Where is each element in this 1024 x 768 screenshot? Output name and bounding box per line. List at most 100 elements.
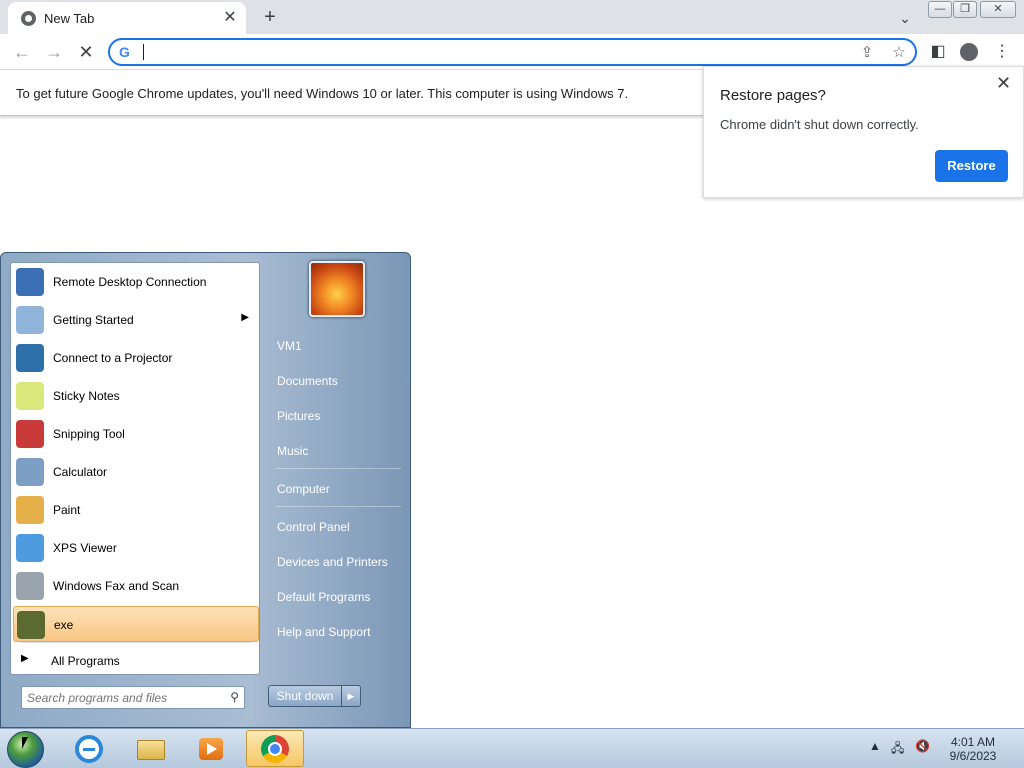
program-remote-desktop[interactable]: Remote Desktop Connection: [13, 264, 259, 300]
clock-date: 9/6/2023: [949, 749, 997, 763]
browser-toolbar: ← → ✕ G ⇪ ☆ ◧ ⋮: [0, 34, 1024, 70]
program-label: Snipping Tool: [53, 427, 125, 441]
program-xps-viewer[interactable]: XPS Viewer: [13, 530, 259, 566]
remote-desktop-icon: [16, 268, 44, 296]
start-menu: Remote Desktop Connection Getting Starte…: [0, 252, 411, 728]
start-item-pictures[interactable]: Pictures: [267, 400, 403, 428]
program-exe[interactable]: exe: [13, 606, 259, 642]
media-player-icon: [199, 738, 223, 760]
projector-icon: [16, 344, 44, 372]
minimize-button[interactable]: —: [928, 1, 952, 18]
system-clock[interactable]: 4:01 AM 9/6/2023: [938, 735, 1008, 763]
getting-started-icon: [16, 306, 44, 334]
taskbar-file-explorer[interactable]: [129, 732, 173, 766]
bookmark-star-icon[interactable]: ☆: [889, 43, 909, 63]
shutdown-options-arrow-icon[interactable]: ▶: [341, 685, 361, 707]
chrome-icon: [261, 735, 289, 763]
taskbar-chrome[interactable]: [246, 730, 304, 767]
calculator-icon: [16, 458, 44, 486]
user-avatar[interactable]: [309, 261, 365, 317]
program-snipping-tool[interactable]: Snipping Tool: [13, 416, 259, 452]
start-item-vm1[interactable]: VM1: [267, 330, 403, 358]
program-label: XPS Viewer: [53, 541, 117, 555]
start-search-input[interactable]: [27, 690, 217, 706]
all-programs-button[interactable]: ▶ All Programs: [13, 648, 259, 672]
submenu-arrow-icon: ▶: [241, 312, 249, 323]
address-input[interactable]: [140, 43, 830, 61]
start-item-control-panel[interactable]: Control Panel: [267, 511, 403, 539]
bubble-title: Restore pages?: [720, 87, 826, 104]
forward-arrow-icon[interactable]: →: [42, 40, 66, 64]
update-infobar: To get future Google Chrome updates, you…: [0, 70, 703, 116]
volume-muted-icon[interactable]: 🔇: [915, 739, 930, 753]
program-getting-started[interactable]: Getting Started ▶: [13, 302, 259, 338]
program-label: Paint: [53, 503, 81, 517]
menu-dots-icon[interactable]: ⋮: [991, 41, 1013, 63]
program-paint[interactable]: Paint: [13, 492, 259, 528]
window-close-button[interactable]: ✕: [980, 1, 1016, 18]
maximize-button[interactable]: ❐: [953, 1, 977, 18]
start-item-music[interactable]: Music: [267, 435, 403, 463]
scissors-icon: [16, 420, 44, 448]
program-label: Calculator: [53, 465, 108, 479]
start-item-documents[interactable]: Documents: [267, 365, 403, 393]
stop-loading-icon[interactable]: ✕: [74, 40, 98, 64]
tab-title: New Tab: [44, 11, 95, 26]
start-item-help-support[interactable]: Help and Support: [267, 616, 403, 644]
taskbar-internet-explorer[interactable]: [67, 732, 111, 766]
program-label: Remote Desktop Connection: [53, 275, 207, 289]
search-icon: ⚲: [230, 690, 239, 704]
network-icon[interactable]: 🖧: [891, 739, 904, 760]
start-item-computer[interactable]: Computer: [267, 473, 403, 501]
expand-arrow-icon: ▶: [21, 653, 29, 664]
divider: [275, 506, 401, 507]
fax-scan-icon: [16, 572, 44, 600]
infobar-message: To get future Google Chrome updates, you…: [16, 86, 629, 101]
program-label: exe: [54, 618, 74, 632]
profile-icon[interactable]: [960, 43, 978, 61]
tab-strip: New Tab ✕ + ⌄ — ❐ ✕: [0, 0, 1024, 34]
start-item-devices-printers[interactable]: Devices and Printers: [267, 546, 403, 574]
program-sticky-notes[interactable]: Sticky Notes: [13, 378, 259, 414]
program-label: Windows Fax and Scan: [53, 579, 180, 593]
taskbar: ▲ 🖧 🔇 4:01 AM 9/6/2023: [0, 728, 1024, 768]
google-icon: G: [119, 44, 130, 60]
exe-icon: [17, 611, 45, 639]
bubble-message: Chrome didn't shut down correctly.: [720, 117, 919, 132]
text-caret: [143, 44, 144, 60]
bubble-close-icon[interactable]: ✕: [996, 73, 1011, 94]
tab-new-tab[interactable]: New Tab ✕: [8, 2, 246, 34]
divider: [275, 468, 401, 469]
programs-panel: Remote Desktop Connection Getting Starte…: [10, 262, 260, 675]
sticky-notes-icon: [16, 382, 44, 410]
program-label: Getting Started: [53, 313, 134, 327]
all-programs-label: All Programs: [51, 654, 120, 668]
mouse-cursor-icon: [22, 737, 28, 749]
program-label: Sticky Notes: [53, 389, 120, 403]
folder-icon: [137, 740, 165, 760]
share-icon[interactable]: ⇪: [857, 43, 877, 63]
start-item-default-programs[interactable]: Default Programs: [267, 581, 403, 609]
side-panel-icon[interactable]: ◧: [927, 41, 949, 63]
chrome-tab-icon: [21, 11, 36, 26]
address-bar[interactable]: G ⇪ ☆: [108, 38, 917, 66]
divider: [21, 642, 251, 643]
start-search-box[interactable]: ⚲: [21, 686, 245, 709]
tray-expand-arrow-icon[interactable]: ▲: [869, 739, 881, 753]
restore-pages-bubble: Restore pages? Chrome didn't shut down c…: [703, 66, 1024, 198]
new-tab-button[interactable]: +: [258, 5, 282, 29]
xps-viewer-icon: [16, 534, 44, 562]
taskbar-media-player[interactable]: [189, 732, 233, 766]
program-label: Connect to a Projector: [53, 351, 173, 365]
restore-button[interactable]: Restore: [935, 150, 1008, 182]
program-fax-scan[interactable]: Windows Fax and Scan: [13, 568, 259, 604]
program-calculator[interactable]: Calculator: [13, 454, 259, 490]
tab-search-icon[interactable]: ⌄: [893, 6, 917, 30]
clock-time: 4:01 AM: [950, 735, 996, 749]
paint-icon: [16, 496, 44, 524]
tab-close-icon[interactable]: ✕: [220, 8, 240, 28]
shutdown-button[interactable]: Shut down: [268, 685, 342, 707]
internet-explorer-icon: [75, 735, 103, 763]
back-arrow-icon[interactable]: ←: [10, 40, 34, 64]
program-projector[interactable]: Connect to a Projector: [13, 340, 259, 376]
